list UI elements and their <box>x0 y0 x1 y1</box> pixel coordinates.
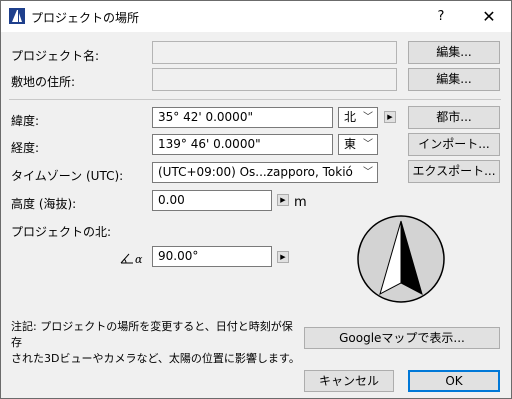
timezone-select[interactable]: (UTC+09:00) Os...zapporo, Tokió ﹀ <box>152 162 378 183</box>
project-north-arrow-button[interactable]: ▶ <box>277 251 289 263</box>
city-button[interactable]: 都市... <box>408 106 500 129</box>
altitude-input[interactable]: 0.00 <box>152 190 272 211</box>
cancel-button[interactable]: キャンセル <box>304 370 394 392</box>
location-note: 注記: プロジェクトの場所を変更すると、日付と時刻が保存 された3Dビューやカメ… <box>11 319 301 367</box>
angle-icon: α <box>120 253 143 265</box>
chevron-down-icon: ﹀ <box>363 112 373 123</box>
chevron-down-icon: ﹀ <box>363 139 373 150</box>
dialog-title: プロジェクトの場所 <box>31 11 140 25</box>
edit-site-address-button[interactable]: 編集... <box>408 68 500 91</box>
longitude-hemisphere-select[interactable]: 東 ﹀ <box>338 134 378 155</box>
latitude-hemisphere-value: 北 <box>344 110 357 124</box>
altitude-label: 高度 (海抜): <box>11 197 77 211</box>
latitude-label: 緯度: <box>11 114 40 128</box>
google-maps-button[interactable]: Googleマップで表示... <box>304 327 500 349</box>
latitude-input[interactable]: 35° 42' 0.0000" <box>152 107 333 128</box>
project-name-field[interactable] <box>152 41 397 64</box>
note-line-2: された3Dビューやカメラなど、太陽の位置に影響します。 <box>11 352 300 365</box>
latitude-hemisphere-select[interactable]: 北 ﹀ <box>338 107 378 128</box>
separator <box>9 99 501 100</box>
chevron-down-icon: ﹀ <box>363 167 373 178</box>
project-north-label: プロジェクトの北: <box>11 225 112 239</box>
compass-icon[interactable] <box>356 214 446 304</box>
longitude-hemisphere-value: 東 <box>344 137 357 151</box>
longitude-label: 経度: <box>11 141 40 155</box>
altitude-unit: m <box>294 195 307 210</box>
edit-project-name-button[interactable]: 編集... <box>408 41 500 64</box>
project-location-dialog: プロジェクトの場所 ? ✕ プロジェクト名: 編集... 敷地の住所: 編集..… <box>0 0 512 399</box>
project-north-input[interactable]: 90.00° <box>152 246 272 267</box>
site-address-field[interactable] <box>152 68 397 91</box>
angle-icon-label: α <box>135 253 143 265</box>
longitude-input[interactable]: 139° 46' 0.0000" <box>152 134 333 155</box>
import-button[interactable]: インポート... <box>408 133 500 156</box>
ok-button[interactable]: OK <box>408 370 500 392</box>
note-line-1: 注記: プロジェクトの場所を変更すると、日付と時刻が保存 <box>11 320 293 349</box>
altitude-arrow-button[interactable]: ▶ <box>277 194 289 206</box>
timezone-label: タイムゾーン (UTC): <box>11 169 124 183</box>
close-button[interactable]: ✕ <box>479 7 499 27</box>
archicad-app-icon <box>9 8 25 24</box>
export-button[interactable]: エクスポート... <box>408 160 500 183</box>
timezone-value: (UTC+09:00) Os...zapporo, Tokió <box>158 165 353 179</box>
site-address-label: 敷地の住所: <box>11 75 76 89</box>
latitude-arrow-button[interactable]: ▶ <box>384 111 396 123</box>
title-bar: プロジェクトの場所 ? ✕ <box>1 1 511 32</box>
help-button[interactable]: ? <box>431 7 451 27</box>
project-name-label: プロジェクト名: <box>11 49 100 63</box>
